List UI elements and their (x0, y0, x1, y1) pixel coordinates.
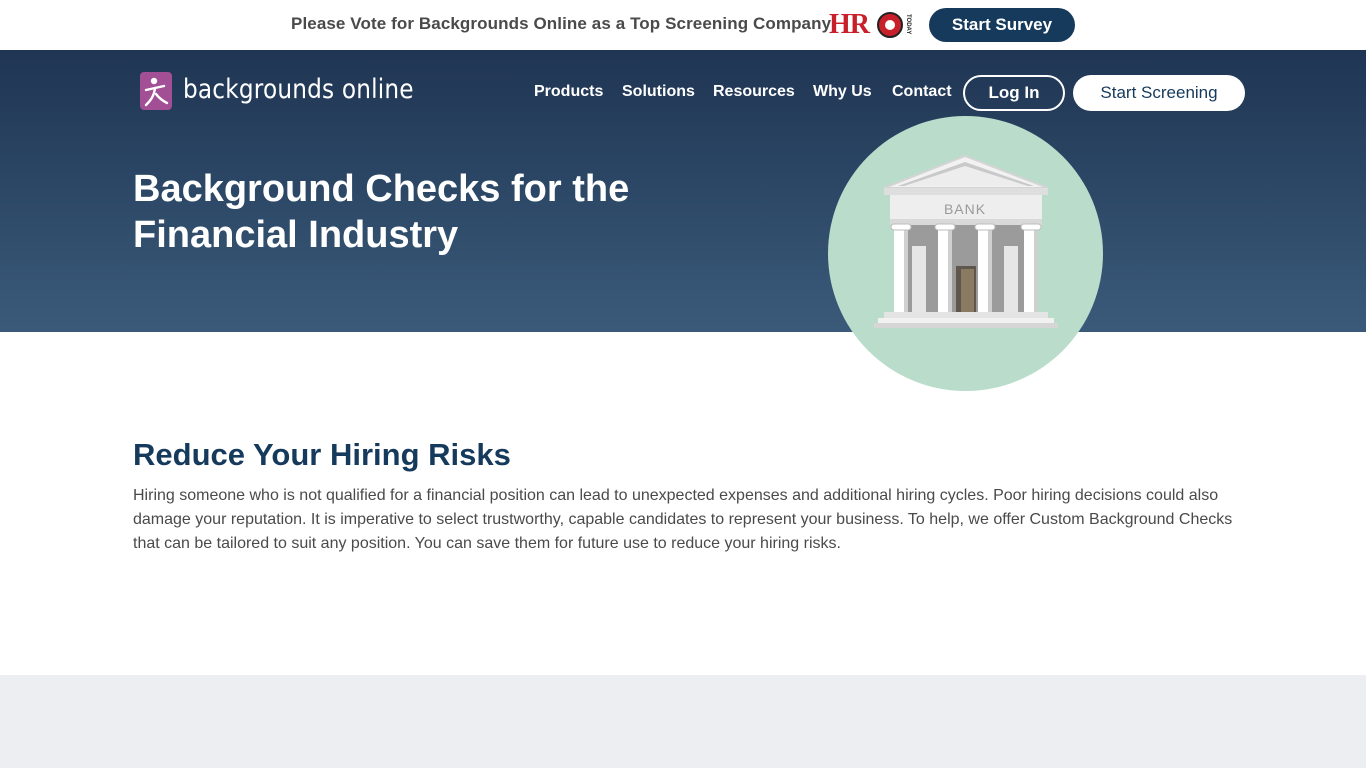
hr-logo-badge-icon (877, 12, 903, 38)
start-screening-button[interactable]: Start Screening (1073, 75, 1245, 111)
section-paragraph: Hiring someone who is not qualified for … (133, 487, 1233, 552)
site-logo[interactable]: backgrounds online (140, 72, 414, 112)
start-survey-button[interactable]: Start Survey (929, 8, 1075, 42)
bank-sign: BANK (944, 201, 986, 217)
announcement-bar: Please Vote for Backgrounds Online as a … (0, 0, 1366, 50)
page-title: Background Checks for the Financial Indu… (133, 168, 630, 256)
bank-icon: BANK (874, 154, 1058, 328)
nav-why-us[interactable]: Why Us (813, 83, 872, 101)
hr-today-logo[interactable]: HR TODAY (829, 11, 911, 39)
hr-logo-small-text: TODAY (905, 14, 911, 35)
nav-contact[interactable]: Contact (892, 83, 952, 101)
bank-illustration: BANK (828, 116, 1103, 391)
hr-logo-letters: HR (829, 9, 870, 40)
announcement-text: Please Vote for Backgrounds Online as a … (291, 14, 832, 33)
logo-text: backgrounds online (183, 74, 414, 105)
log-in-button[interactable]: Log In (963, 75, 1065, 111)
logo-figure-icon (140, 72, 172, 110)
nav-solutions[interactable]: Solutions (622, 83, 695, 101)
nav-products[interactable]: Products (534, 83, 603, 101)
section-heading: Reduce Your Hiring Risks (133, 437, 511, 472)
next-section-band (0, 675, 1366, 768)
nav-resources[interactable]: Resources (713, 83, 795, 101)
